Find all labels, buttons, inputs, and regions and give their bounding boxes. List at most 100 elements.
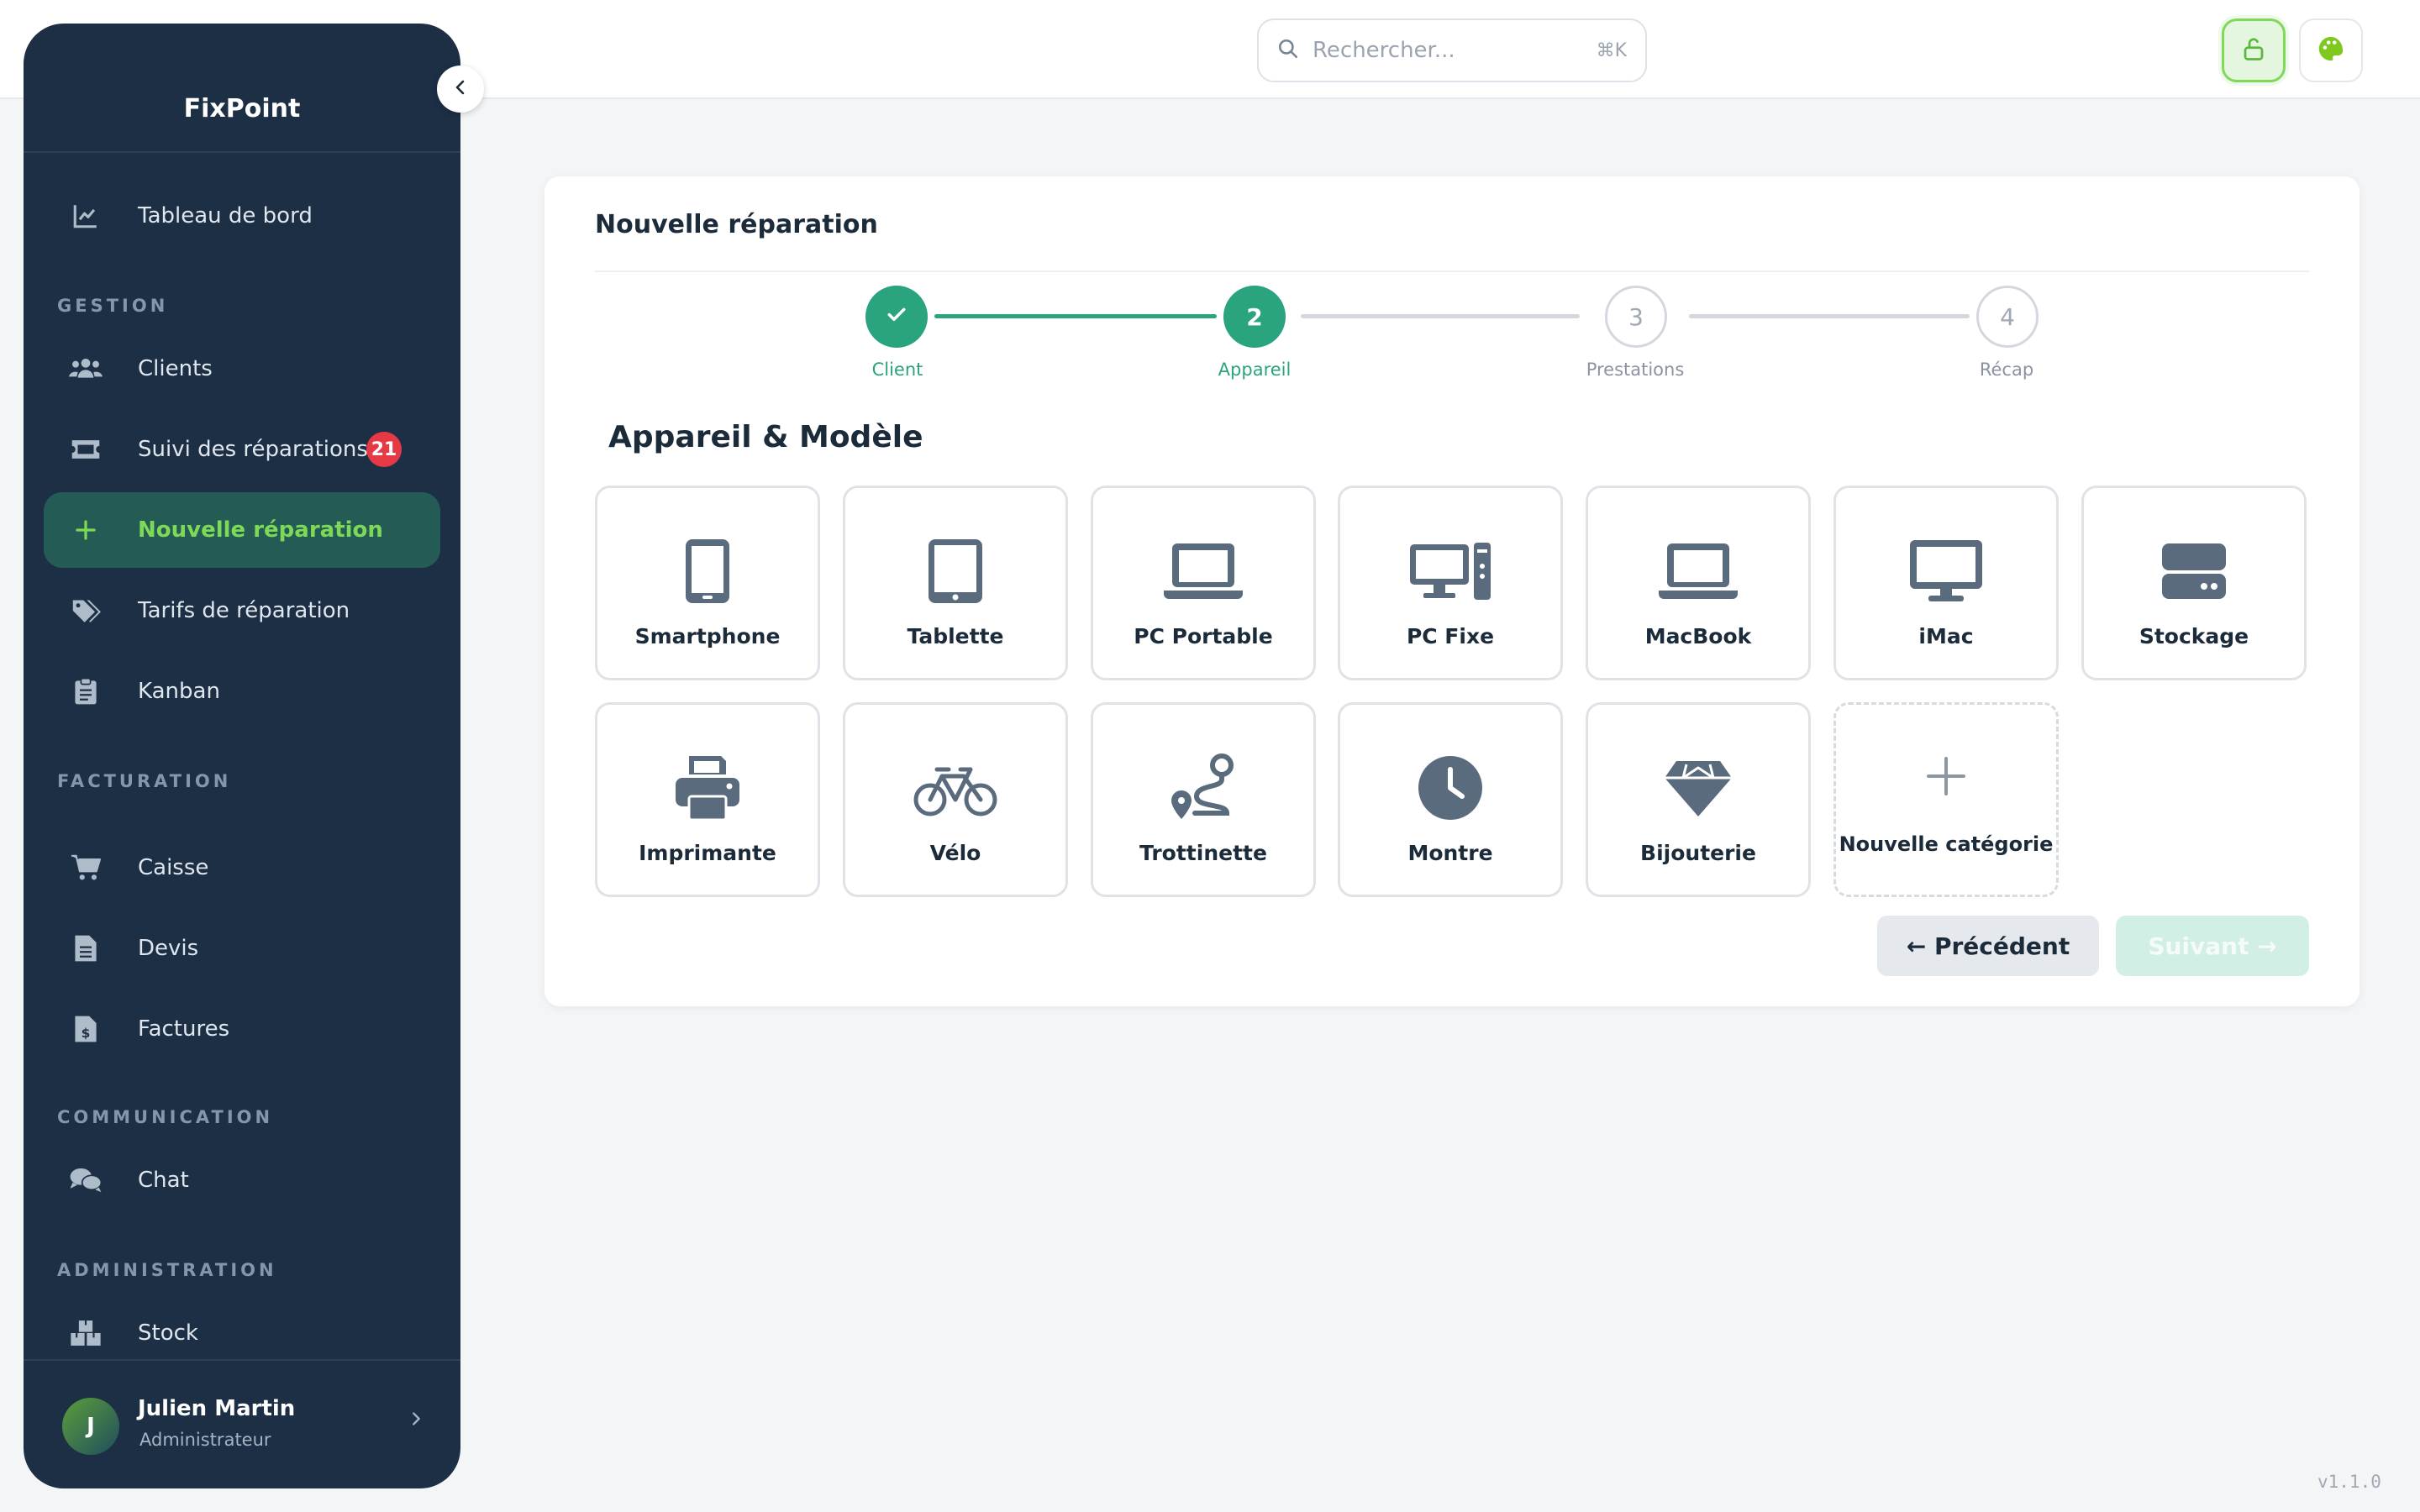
collapse-sidebar-button[interactable] <box>437 66 484 113</box>
tablet-icon <box>845 533 1065 609</box>
device-tile-macbook[interactable]: MacBook <box>1586 486 1811 680</box>
device-tile-imprimante[interactable]: Imprimante <box>595 702 820 897</box>
cart-icon <box>69 851 103 885</box>
avatar: J <box>62 1398 119 1455</box>
chevron-right-icon <box>407 1410 425 1431</box>
printer-icon <box>597 750 818 826</box>
device-label: Tablette <box>907 624 1004 648</box>
ticket-icon <box>69 433 103 466</box>
step-number: 3 <box>1628 302 1644 331</box>
sidebar-item-label: Clients <box>138 356 213 381</box>
search-box[interactable]: ⌘K <box>1257 18 1647 82</box>
laptop-icon <box>1588 533 1808 609</box>
device-label: Trottinette <box>1139 841 1267 865</box>
sidebar-item-label: Kanban <box>138 679 220 704</box>
monitor-icon <box>1836 533 2056 609</box>
new-repair-card: Nouvelle réparation Client 2 Appareil 3 … <box>544 176 2360 1006</box>
device-label: Vélo <box>929 841 981 865</box>
divider <box>24 151 460 153</box>
users-icon <box>69 352 103 386</box>
device-label: Smartphone <box>634 624 781 648</box>
desktop-icon <box>1340 533 1560 609</box>
stepper-line <box>1689 314 1970 318</box>
device-label: PC Fixe <box>1406 624 1495 648</box>
device-tile-velo[interactable]: Vélo <box>843 702 1068 897</box>
stepper-line-done <box>934 314 1217 318</box>
step-number: 2 <box>1246 302 1263 331</box>
previous-button[interactable]: ← Précédent <box>1877 916 2099 976</box>
chart-line-icon <box>69 199 103 233</box>
divider <box>24 1359 460 1361</box>
sidebar-item-repair-prices[interactable]: Tarifs de réparation <box>44 573 440 648</box>
step-recap[interactable]: 4 <box>1976 286 2039 348</box>
device-tile-tablet[interactable]: Tablette <box>843 486 1068 680</box>
app-version: v1.1.0 <box>2317 1472 2381 1492</box>
clipboard-icon <box>69 675 103 708</box>
step-label-recap: Récap <box>1979 360 2034 380</box>
clock-icon <box>1340 750 1560 826</box>
section-facturation: FACTURATION <box>57 771 232 791</box>
device-tile-trottinette[interactable]: Trottinette <box>1091 702 1316 897</box>
sidebar-item-chat[interactable]: Chat <box>44 1142 440 1218</box>
sidebar-item-new-repair[interactable]: Nouvelle réparation <box>44 492 440 568</box>
route-icon <box>1093 750 1313 826</box>
sidebar-item-label: Tableau de bord <box>138 203 313 228</box>
sidebar-item-label: Chat <box>138 1168 189 1193</box>
hdd-icon <box>2084 533 2304 609</box>
device-tile-pc-portable[interactable]: PC Portable <box>1091 486 1316 680</box>
sidebar-item-invoices[interactable]: $ Factures <box>44 991 440 1067</box>
plus-icon <box>1836 738 2056 814</box>
device-tile-imac[interactable]: iMac <box>1833 486 2059 680</box>
device-label: Stockage <box>2139 624 2249 648</box>
stepper-line <box>1301 314 1580 318</box>
sidebar-item-quotes[interactable]: Devis <box>44 911 440 986</box>
next-button[interactable]: Suivant → <box>2116 916 2309 976</box>
sidebar-item-label: Factures <box>138 1016 230 1042</box>
check-icon <box>884 302 909 333</box>
device-label: PC Portable <box>1134 624 1273 648</box>
sidebar-item-clients[interactable]: Clients <box>44 331 440 407</box>
boxes-icon <box>69 1316 103 1350</box>
step-label-appareil: Appareil <box>1218 360 1292 380</box>
laptop-icon <box>1093 533 1313 609</box>
step-client[interactable] <box>865 286 928 348</box>
sidebar-item-dashboard[interactable]: Tableau de bord <box>44 178 440 254</box>
section-communication: COMMUNICATION <box>57 1107 274 1127</box>
section-gestion: GESTION <box>57 296 169 316</box>
sidebar-item-kanban[interactable]: Kanban <box>44 654 440 729</box>
search-shortcut: ⌘K <box>1596 39 1627 61</box>
user-profile[interactable]: J Julien Martin Administrateur <box>24 1376 460 1468</box>
theme-button[interactable] <box>2299 18 2363 82</box>
svg-text:$: $ <box>82 1026 91 1041</box>
device-tile-stockage[interactable]: Stockage <box>2081 486 2307 680</box>
step-number: 4 <box>2000 302 2015 331</box>
add-category-label: Nouvelle catégorie <box>1839 832 2054 856</box>
user-name: Julien Martin <box>138 1396 296 1421</box>
search-input[interactable] <box>1311 37 1597 64</box>
page-title: Nouvelle réparation <box>595 210 878 239</box>
invoice-icon: $ <box>69 1012 103 1046</box>
sidebar: FixPoint Tableau de bord GESTION Clients… <box>24 24 484 1488</box>
device-tile-pc-fixe[interactable]: PC Fixe <box>1338 486 1563 680</box>
smartphone-icon <box>597 533 818 609</box>
lock-button[interactable] <box>2222 18 2286 82</box>
device-label: MacBook <box>1644 624 1752 648</box>
sidebar-item-label: Nouvelle réparation <box>138 517 383 543</box>
comments-icon <box>69 1163 103 1197</box>
sidebar-item-label: Stock <box>138 1320 198 1346</box>
step-prestations[interactable]: 3 <box>1605 286 1667 348</box>
device-tile-bijouterie[interactable]: Bijouterie <box>1586 702 1811 897</box>
device-label: Bijouterie <box>1640 841 1756 865</box>
device-tile-montre[interactable]: Montre <box>1338 702 1563 897</box>
brand-logo: FixPoint <box>183 94 301 123</box>
tags-icon <box>69 594 103 627</box>
sidebar-item-cash-register[interactable]: Caisse <box>44 830 440 906</box>
device-tile-smartphone[interactable]: Smartphone <box>595 486 820 680</box>
sidebar-item-repair-tracking[interactable]: Suivi des réparations 21 <box>44 412 440 487</box>
add-category-tile[interactable]: Nouvelle catégorie <box>1833 702 2059 897</box>
step-appareil[interactable]: 2 <box>1223 286 1286 348</box>
section-title: Appareil & Modèle <box>608 420 923 454</box>
divider <box>595 270 2309 272</box>
unlock-icon <box>2241 36 2266 65</box>
file-icon <box>69 932 103 965</box>
